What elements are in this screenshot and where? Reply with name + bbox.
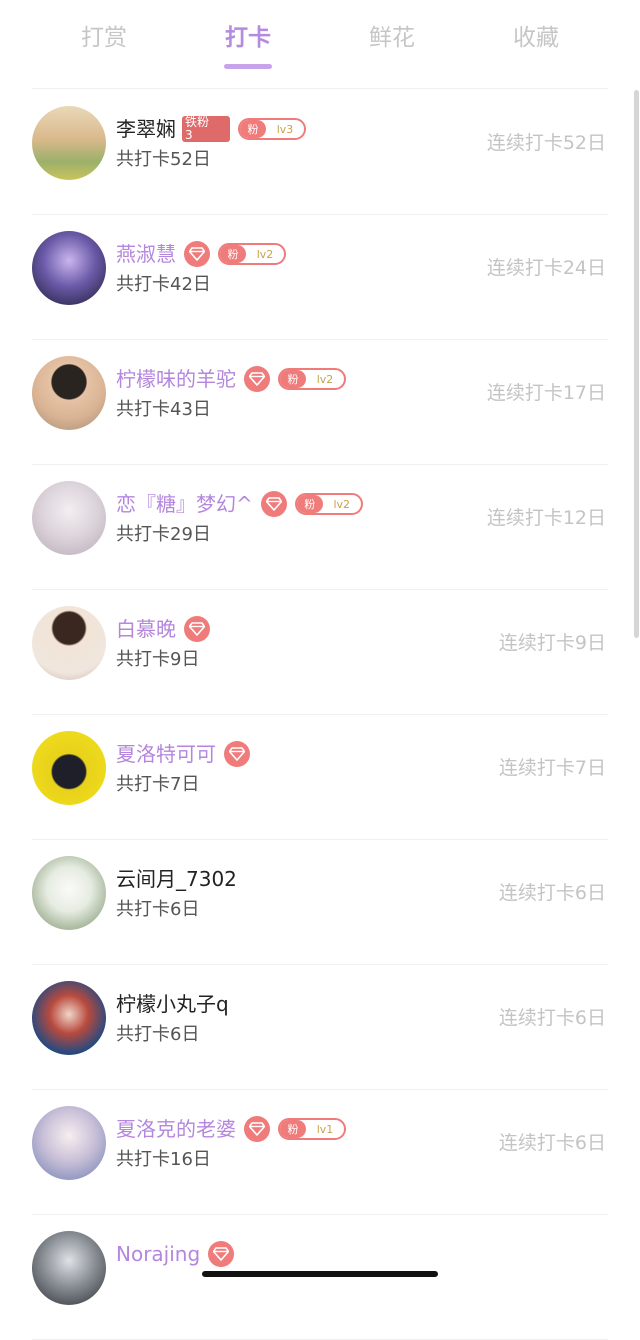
fan-level: lv2 bbox=[256, 247, 274, 261]
list-item[interactable]: 云间月_7302 共打卡6日 连续打卡6日 bbox=[0, 840, 640, 965]
diamond-icon bbox=[260, 491, 287, 517]
fan-level-badge: 粉 lv1 bbox=[278, 1118, 346, 1140]
tab-bar: 打赏 打卡 鲜花 收藏 bbox=[0, 0, 640, 72]
fan-level: lv3 bbox=[276, 122, 294, 136]
streak-days: 连续打卡12日 bbox=[486, 507, 606, 529]
list-item[interactable]: 燕淑慧 粉 lv2 共打卡42日 连续打卡24日 bbox=[0, 215, 640, 340]
total-checkins: 共打卡42日 bbox=[116, 274, 211, 295]
streak-days: 连续打卡52日 bbox=[486, 132, 606, 154]
user-name[interactable]: 柠檬味的羊驼 bbox=[116, 365, 236, 393]
total-checkins: 共打卡7日 bbox=[116, 774, 200, 795]
streak-days: 连续打卡6日 bbox=[498, 1007, 606, 1029]
total-checkins: 共打卡16日 bbox=[116, 1149, 211, 1170]
name-line: 柠檬味的羊驼 粉 lv2 bbox=[116, 364, 346, 394]
total-checkins: 共打卡6日 bbox=[116, 1024, 200, 1045]
avatar[interactable] bbox=[32, 231, 106, 305]
tab-flowers[interactable]: 鲜花 bbox=[352, 22, 432, 54]
streak-days: 连续打卡24日 bbox=[486, 257, 606, 279]
tab-divider bbox=[32, 88, 608, 89]
user-name[interactable]: 燕淑慧 bbox=[116, 240, 176, 268]
name-line: 夏洛克的老婆 粉 lv1 bbox=[116, 1114, 346, 1144]
streak-days: 连续打卡17日 bbox=[486, 382, 606, 404]
name-line: 白慕晚 bbox=[116, 614, 210, 644]
avatar[interactable] bbox=[32, 856, 106, 930]
user-name[interactable]: 柠檬小丸子q bbox=[116, 990, 229, 1018]
diamond-icon bbox=[224, 741, 250, 767]
user-name[interactable]: 白慕晚 bbox=[116, 615, 176, 643]
name-line: 李翠娴 铁粉 3 粉 lv3 bbox=[116, 114, 306, 144]
list-item[interactable]: 夏洛特可可共打卡7日 连续打卡7日 bbox=[0, 715, 640, 840]
avatar[interactable] bbox=[32, 356, 106, 430]
avatar[interactable] bbox=[32, 481, 106, 555]
diamond-icon bbox=[244, 1116, 270, 1142]
fan-level: lv2 bbox=[333, 497, 351, 511]
streak-days: 连续打卡6日 bbox=[498, 882, 606, 904]
tab-reward[interactable]: 打赏 bbox=[64, 22, 144, 54]
user-name[interactable]: 夏洛特可可 bbox=[116, 740, 216, 768]
name-line: 燕淑慧 粉 lv2 bbox=[116, 239, 286, 269]
iron-fan-badge: 铁粉 3 bbox=[182, 116, 230, 142]
list-item[interactable]: 恋『糖』梦幻^ 粉 lv2 共打卡29日 连续打卡12日 bbox=[0, 465, 640, 590]
total-checkins: 共打卡6日 bbox=[116, 899, 200, 920]
checkin-list: 李翠娴 铁粉 3 粉 lv3 共打卡52日 连续打卡52日 燕淑慧粉 lv2 共打卡42日 连续打… bbox=[0, 90, 640, 1340]
name-line: 云间月_7302 bbox=[116, 864, 237, 894]
diamond-icon bbox=[184, 241, 210, 267]
total-checkins: 共打卡29日 bbox=[116, 524, 211, 545]
active-tab-indicator bbox=[224, 64, 272, 69]
avatar[interactable] bbox=[32, 606, 106, 680]
user-name[interactable]: 李翠娴 bbox=[116, 115, 176, 143]
avatar[interactable] bbox=[32, 1231, 106, 1305]
fan-level-badge: 粉 lv3 bbox=[238, 118, 306, 140]
diamond-icon bbox=[184, 616, 210, 642]
name-line: 柠檬小丸子q bbox=[116, 989, 229, 1019]
name-line: Norajing bbox=[116, 1239, 235, 1269]
list-item[interactable]: 夏洛克的老婆 粉 lv1 共打卡16日 连续打卡6日 bbox=[0, 1090, 640, 1215]
fan-level: lv1 bbox=[316, 1122, 334, 1136]
list-item[interactable]: Norajing bbox=[0, 1215, 640, 1340]
streak-days: 连续打卡7日 bbox=[498, 757, 606, 779]
name-line: 夏洛特可可 bbox=[116, 739, 250, 769]
avatar[interactable] bbox=[32, 731, 106, 805]
streak-days: 连续打卡9日 bbox=[498, 632, 606, 654]
tab-checkin[interactable]: 打卡 bbox=[208, 22, 288, 54]
fan-level-badge: 粉 lv2 bbox=[218, 243, 286, 265]
user-name[interactable]: Norajing bbox=[116, 1240, 200, 1268]
fan-label: 粉 bbox=[280, 370, 306, 388]
name-line: 恋『糖』梦幻^ 粉 lv2 bbox=[116, 489, 363, 519]
fan-label: 粉 bbox=[280, 1120, 306, 1138]
fan-label: 粉 bbox=[220, 245, 246, 263]
total-checkins: 共打卡52日 bbox=[116, 149, 211, 170]
fan-label: 粉 bbox=[296, 495, 323, 513]
user-name[interactable]: 恋『糖』梦幻^ bbox=[116, 490, 253, 518]
tab-favorites[interactable]: 收藏 bbox=[496, 22, 576, 54]
streak-days: 连续打卡6日 bbox=[498, 1132, 606, 1154]
total-checkins: 共打卡43日 bbox=[116, 399, 211, 420]
list-item[interactable]: 李翠娴 铁粉 3 粉 lv3 共打卡52日 连续打卡52日 bbox=[0, 90, 640, 215]
scrollbar[interactable] bbox=[634, 90, 639, 638]
fan-level-badge: 粉 lv2 bbox=[294, 493, 363, 515]
avatar[interactable] bbox=[32, 106, 106, 180]
list-item[interactable]: 柠檬小丸子q 共打卡6日 连续打卡6日 bbox=[0, 965, 640, 1090]
fan-level: lv2 bbox=[316, 372, 334, 386]
total-checkins: 共打卡9日 bbox=[116, 649, 200, 670]
diamond-icon bbox=[208, 1241, 235, 1267]
list-item[interactable]: 柠檬味的羊驼 粉 lv2 共打卡43日 连续打卡17日 bbox=[0, 340, 640, 465]
user-name[interactable]: 夏洛克的老婆 bbox=[116, 1115, 236, 1143]
avatar[interactable] bbox=[32, 1106, 106, 1180]
diamond-icon bbox=[244, 366, 270, 392]
list-item[interactable]: 白慕晚共打卡9日 连续打卡9日 bbox=[0, 590, 640, 715]
user-name[interactable]: 云间月_7302 bbox=[116, 865, 237, 893]
home-indicator bbox=[202, 1271, 438, 1277]
fan-level-badge: 粉 lv2 bbox=[278, 368, 346, 390]
avatar[interactable] bbox=[32, 981, 106, 1055]
fan-label: 粉 bbox=[240, 120, 266, 138]
